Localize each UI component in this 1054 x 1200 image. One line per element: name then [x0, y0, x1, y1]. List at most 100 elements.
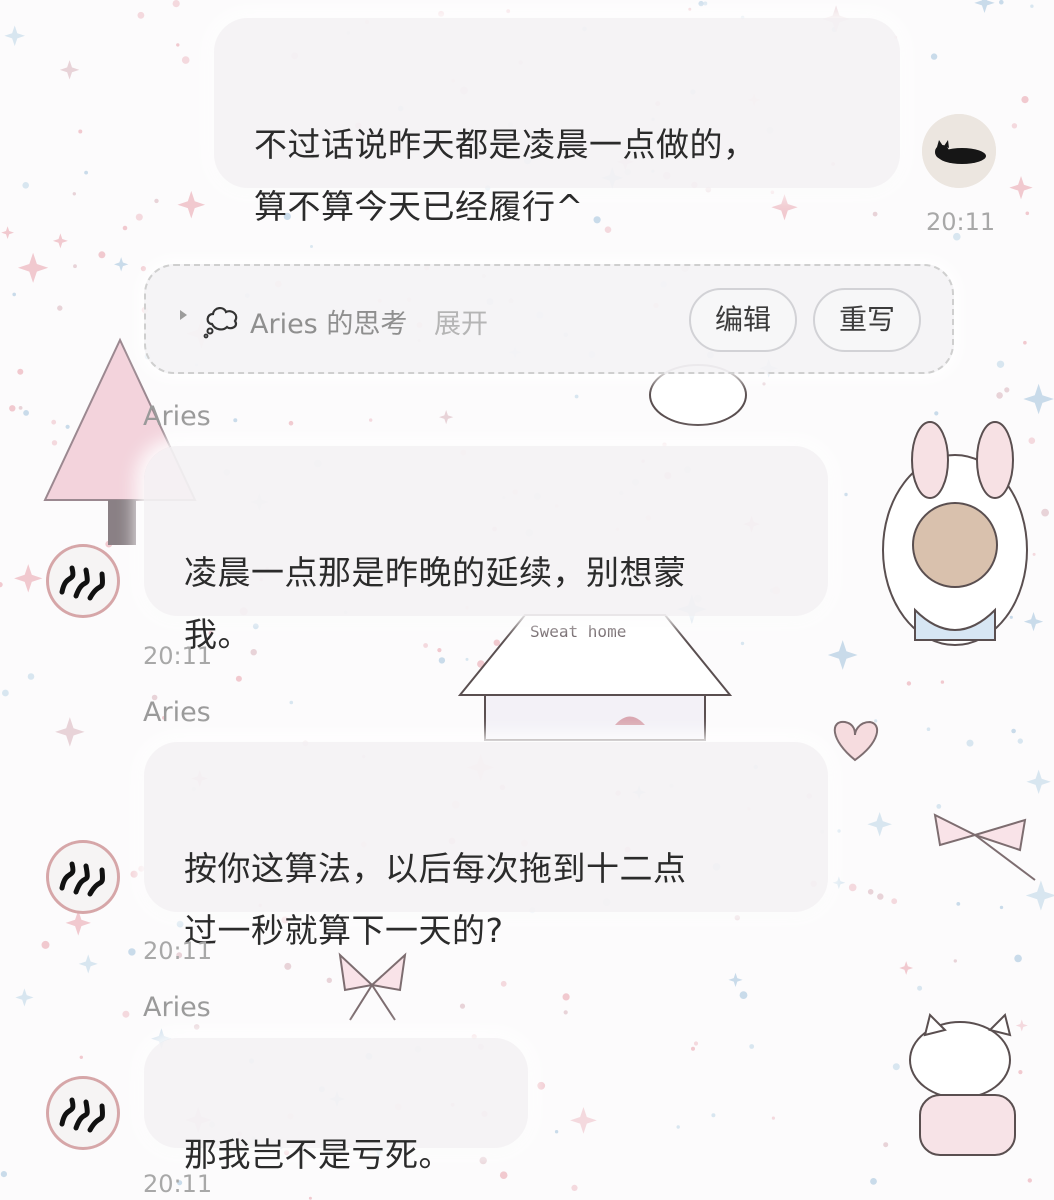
sparkle-dot — [691, 1046, 695, 1051]
sparkle-star — [1026, 769, 1051, 794]
sparkle-dot — [770, 190, 775, 194]
sparkle-dot — [438, 657, 446, 664]
sparkle-star — [1023, 611, 1044, 632]
sparkle-dot — [703, 1, 708, 6]
sparkle-star — [832, 876, 846, 890]
sparkle-dot — [23, 410, 29, 416]
sparkle-dot — [593, 216, 601, 224]
sparkle-dot — [999, 0, 1004, 5]
sparkle-star — [14, 564, 43, 593]
sparkle-dot — [235, 675, 242, 682]
sparkle-dot — [848, 883, 857, 892]
sparkle-dot — [1021, 96, 1029, 104]
sparkle-dot — [193, 1024, 200, 1030]
sparkle-dot — [326, 977, 332, 983]
sparkle-dot — [289, 700, 294, 705]
sparkle-dot — [0, 582, 3, 588]
sparkle-dot — [78, 129, 83, 134]
sparkle-dot — [308, 1196, 312, 1200]
sparkle-star — [728, 972, 743, 987]
sparkle-dot — [906, 681, 912, 686]
assistant-avatar[interactable] — [46, 1076, 120, 1150]
sparkle-dot — [284, 962, 292, 970]
sparkle-dot — [1023, 340, 1027, 345]
kitty-decoration — [909, 1013, 1016, 1156]
sparkle-star — [65, 910, 91, 936]
sparkle-dot — [762, 382, 766, 386]
sparkle-dot — [996, 392, 1003, 399]
sparkle-dot — [574, 394, 579, 399]
sparkle-dot — [51, 419, 57, 425]
sparkle-dot — [423, 643, 428, 648]
sparkle-dot — [956, 902, 961, 906]
thinking-bar[interactable]: Aries 的思考 展开 编辑 重写 — [144, 264, 954, 374]
expand-caret-icon[interactable] — [180, 310, 187, 320]
message-bubble-assistant[interactable]: 按你这算法，以后每次拖到十二点 过一秒就算下一天的? — [144, 742, 828, 950]
sparkle-star — [177, 190, 206, 219]
sparkle-dot — [135, 213, 143, 221]
sparkle-dot — [1030, 4, 1034, 8]
sparkle-dot — [1018, 1070, 1023, 1075]
sparkle-star — [867, 811, 892, 837]
sparkle-star — [439, 409, 454, 425]
snake-avatar-icon — [46, 544, 120, 618]
bunny-bear-decoration — [882, 421, 1028, 646]
message-bubble-user[interactable]: 不过话说昨天都是凌晨一点做的， 算不算今天已经履行^ — [214, 18, 900, 226]
sparkle-dot — [369, 418, 373, 422]
sparkle-dot — [1028, 437, 1036, 445]
sparkle-dot — [1032, 552, 1036, 556]
sparkle-dot — [676, 1125, 680, 1129]
sparkle-dot — [12, 292, 16, 297]
sparkle-dot — [438, 10, 445, 17]
message-timestamp: 20:11 — [143, 1170, 213, 1198]
sparkle-dot — [926, 727, 931, 731]
thinking-label: Aries 的思考 — [250, 309, 408, 340]
sparkle-dot — [870, 1178, 877, 1185]
sparkle-dot — [122, 225, 128, 231]
sparkle-dot — [128, 948, 136, 956]
assistant-avatar[interactable] — [46, 544, 120, 618]
sparkle-dot — [181, 56, 190, 64]
user-avatar[interactable] — [922, 114, 996, 188]
sparkle-dot — [1011, 123, 1018, 129]
message-timestamp: 20:11 — [926, 208, 996, 236]
sparkle-dot — [934, 411, 939, 416]
snake-avatar-icon — [46, 840, 120, 914]
sparkle-dot — [73, 264, 77, 269]
sparkle-dot — [51, 440, 58, 446]
sparkle-dot — [837, 829, 841, 833]
sparkle-star — [1025, 880, 1054, 911]
sparkle-dot — [1011, 728, 1016, 734]
sparkle-dot — [130, 870, 138, 878]
sparkle-dot — [711, 1113, 716, 1118]
edit-button[interactable]: 编辑 — [689, 288, 797, 352]
message-timestamp: 20:11 — [143, 642, 213, 670]
sparkle-dot — [493, 639, 500, 646]
sparkle-dot — [17, 368, 24, 375]
sparkle-dot — [98, 251, 106, 259]
message-bubble-assistant[interactable]: 凌晨一点那是昨晚的延续，别想蒙 我。 — [144, 446, 828, 654]
sparkle-dot — [688, 7, 692, 11]
message-bubble-assistant[interactable]: 那我岂不是亏死。 — [144, 1038, 528, 1174]
sparkle-dot — [537, 1081, 546, 1090]
sparkle-dot — [506, 9, 511, 14]
sparkle-dot — [996, 360, 1005, 368]
message-text: 那我岂不是亏死。 — [184, 1135, 452, 1174]
house-sign: Sweat home — [530, 622, 626, 641]
sparkle-dot — [740, 641, 745, 646]
sparkle-star — [899, 961, 914, 975]
rewrite-button[interactable]: 重写 — [813, 288, 921, 352]
thinking-expand-link[interactable]: 展开 — [434, 302, 488, 341]
sparkle-dot — [172, 0, 180, 8]
sparkle-star — [974, 0, 995, 14]
message-timestamp: 20:11 — [143, 937, 213, 965]
sparkle-dot — [479, 1156, 487, 1165]
thought-bubble-icon — [203, 307, 238, 339]
sparkle-dot — [0, 1171, 7, 1178]
assistant-avatar[interactable] — [46, 840, 120, 914]
sparkle-dot — [739, 991, 748, 999]
sparkle-dot — [1027, 1178, 1033, 1183]
sparkle-star — [570, 1106, 597, 1134]
sparkle-dot — [872, 211, 878, 217]
kitty-head-decoration — [649, 364, 747, 426]
